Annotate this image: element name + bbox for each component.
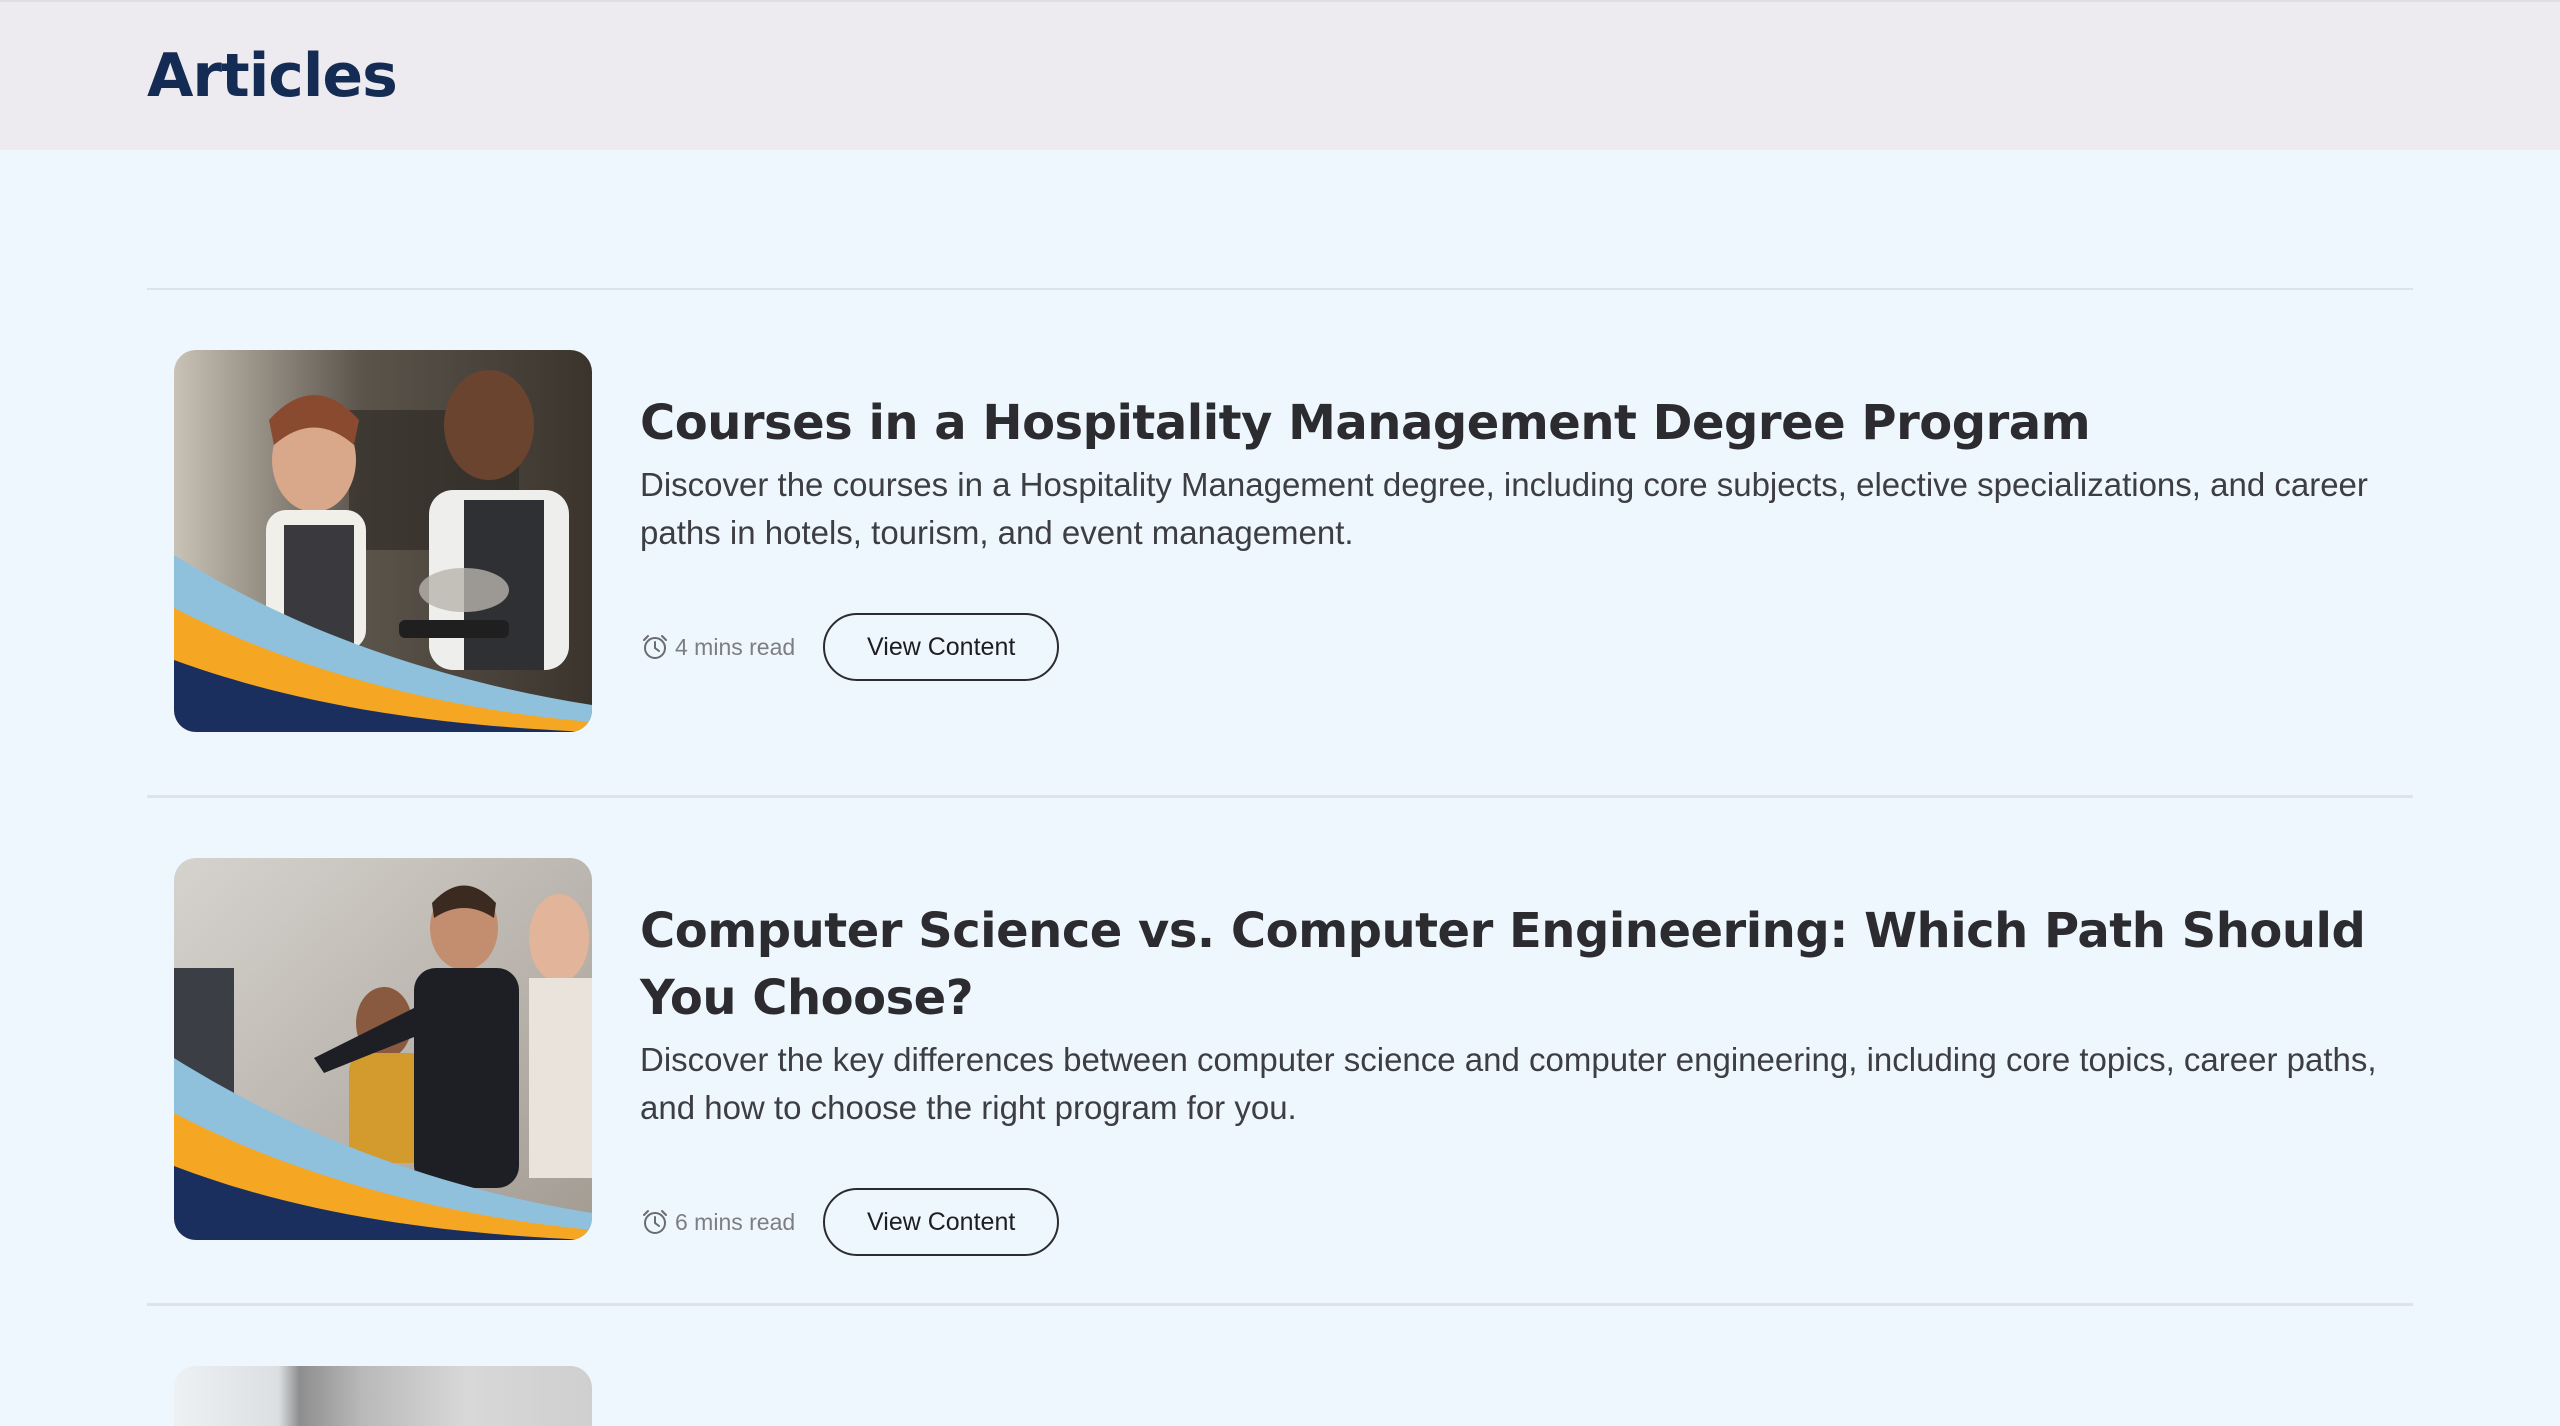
article-body: Courses in a Hospitality Management Degr… [640, 350, 2400, 681]
alarm-clock-icon [643, 635, 667, 659]
article-thumbnail[interactable] [174, 350, 592, 732]
hospitality-staff-photo [174, 350, 592, 732]
read-time: 6 mins read [640, 1207, 795, 1237]
view-content-button[interactable]: View Content [823, 1188, 1060, 1256]
article-title[interactable]: Courses in a Hospitality Management Degr… [640, 390, 2400, 457]
article-meta: 4 mins read View Content [640, 613, 2400, 681]
article-body: Computer Science vs. Computer Engineerin… [640, 858, 2400, 1256]
article-description: Discover the courses in a Hospitality Ma… [640, 466, 2368, 551]
read-time: 4 mins read [640, 632, 795, 662]
page-title: Articles [147, 41, 398, 111]
view-content-button[interactable]: View Content [823, 613, 1060, 681]
article-card: Computer Science vs. Computer Engineerin… [147, 798, 2413, 1306]
read-time-label: 4 mins read [675, 633, 796, 660]
article-title[interactable]: Computer Science vs. Computer Engineerin… [640, 898, 2400, 1032]
computer-lab-photo [174, 858, 592, 1240]
article-meta: 6 mins read View Content [640, 1188, 2400, 1256]
alarm-clock-icon [643, 1210, 667, 1234]
read-time-label: 6 mins read [675, 1208, 796, 1235]
article-thumbnail[interactable] [174, 858, 592, 1240]
article-description: Discover the key differences between com… [640, 1041, 2377, 1126]
article-card: Courses in a Hospitality Management Degr… [147, 290, 2413, 798]
page-header: Articles [0, 0, 2560, 150]
articles-list: Courses in a Hospitality Management Degr… [0, 150, 2560, 1306]
article-thumbnail-partial[interactable] [174, 1366, 592, 1426]
